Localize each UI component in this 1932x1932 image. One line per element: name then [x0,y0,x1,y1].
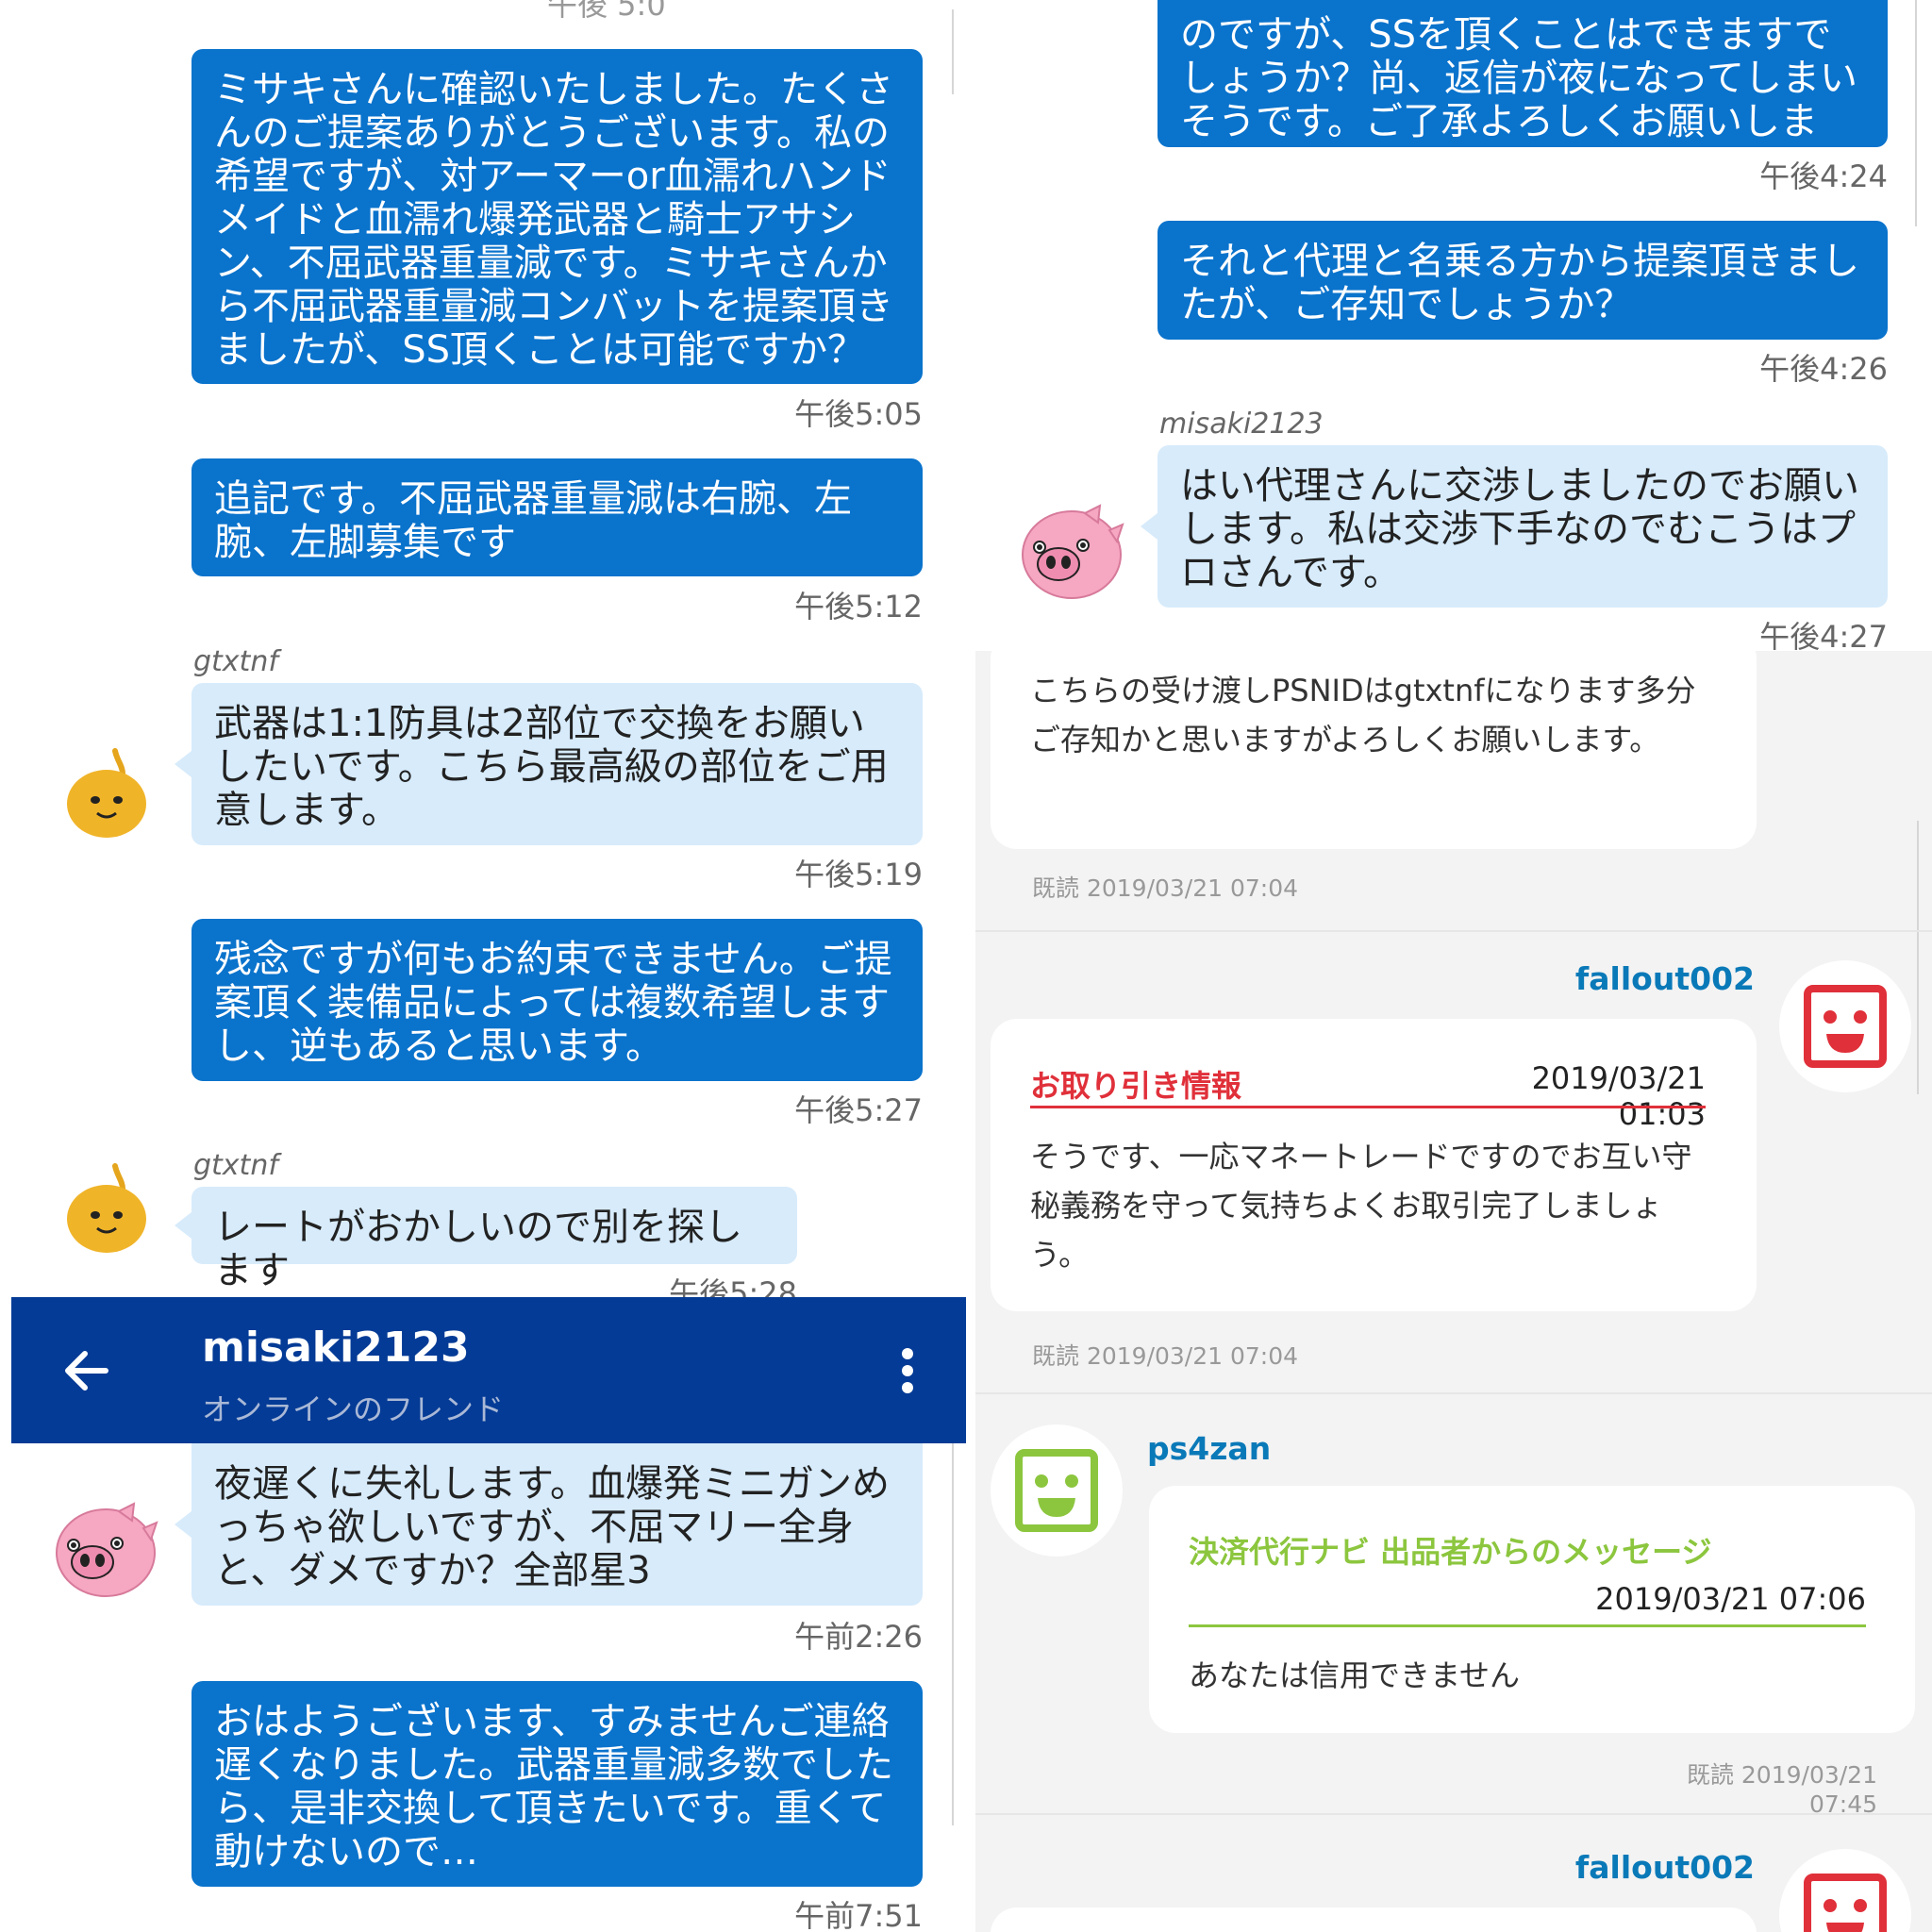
gtxtnf-avatar[interactable] [66,745,147,840]
onion-avatar-icon [67,1163,146,1253]
sender-name: gtxtnf [193,1149,278,1182]
more-options-icon[interactable] [896,1346,919,1395]
timestamp: 午後5:19 [794,857,923,892]
fallout002-avatar[interactable] [1779,960,1911,1092]
timestamp: 午後5:28 [669,1275,797,1297]
timestamp: 午後5:27 [794,1092,923,1128]
message-bubble[interactable]: 武器は1:1防具は2部位で交換をお願いしたいです。こちら最高級の部位をご用意しま… [175,683,923,845]
read-receipt: 既読 2019/03/21 07:45 [1686,1761,1877,1818]
top-left-chat-panel: 午後 5:0 ミサキさんに確認いたしました。たくさんのご提案ありがとうございます… [0,0,966,1297]
message-bubble[interactable]: 夜遅くに失礼します。血爆発ミニガンめっちゃ欲しいですが、不屈マリー全身と、ダメで… [175,1443,923,1606]
timestamp: 午後4:27 [1759,619,1888,651]
timestamp: 午前2:26 [794,1619,923,1655]
timestamp: 午前7:51 [794,1898,923,1932]
timestamp-cut: 午後 5:0 [547,0,666,23]
message-bubble[interactable]: 追記です。不屈武器重量減は右腕、左腕、左脚募集です [192,458,923,576]
timestamp: 午後4:26 [1759,351,1888,387]
card-title: 決済代行ナビ 出品者からのメッセージ [1189,1534,1712,1570]
sender-name: gtxtnf [193,645,278,678]
top-right-chat-panel: のですが、SSを頂くことはできますでしょうか？尚、返信が夜になってしまいそうです… [975,0,1932,651]
timestamp: 午後5:05 [794,396,923,432]
scroll-rail [1915,0,1917,226]
chat-header: misaki2123 オンラインのフレンド [11,1297,966,1443]
onion-avatar-icon [67,748,146,838]
fallout002-avatar[interactable] [1779,1849,1911,1932]
ps4zan-avatar[interactable] [991,1424,1123,1557]
message-text: そうです、一応マネートレードですのでお互い守秘義務を守って気持ちよくお取引完了し… [1030,1139,1692,1273]
message-bubble[interactable]: レートがおかしいので別を探します [175,1187,797,1292]
read-receipt: 既読 2019/03/21 07:04 [1032,1342,1299,1370]
green-face-icon [1015,1449,1098,1532]
timestamp: 午後4:24 [1759,158,1888,194]
message-bubble[interactable]: それと代理と名乗る方から提案頂きましたが、ご存知でしょうか？ [1158,221,1888,340]
header-title: misaki2123 [202,1324,470,1372]
message-bubble[interactable]: ミサキさんに確認いたしました。たくさんのご提案ありがとうございます。私の希望です… [192,49,923,384]
pig-avatar-icon [1022,504,1124,599]
divider [975,1392,1932,1394]
scroll-rail [952,1443,954,1825]
card-title-underline [1189,1624,1866,1627]
message-text: あなたは信用できません [1189,1657,1521,1693]
divider [975,1813,1932,1815]
gtxtnf-avatar[interactable] [66,1160,147,1255]
header-subtitle: オンラインのフレンド [202,1391,505,1427]
message-bubble[interactable]: はい代理さんに交渉しましたのでお願いします。私は交渉下手なのでむこうはプロさんで… [1141,445,1888,608]
back-arrow-icon[interactable] [58,1342,115,1399]
bottom-right-message-panel: こちらの受け渡しPSNIDはgtxtnfになります多分ご存知かと思いますがよろし… [975,651,1932,1932]
card-title: お取り引き情報 [1030,1068,1242,1104]
read-receipt: 既読 2019/03/21 07:04 [1032,874,1299,902]
card-date: 2019/03/21 07:06 [1595,1581,1866,1617]
misaki-avatar[interactable] [53,1500,158,1600]
misaki-avatar[interactable] [1019,502,1124,602]
card-date: 2019/03/21 01:03 [1531,1060,1706,1132]
scroll-rail [1917,821,1919,1094]
sender-name: misaki2123 [1159,408,1324,441]
bottom-left-chat-panel: 夜遅くに失礼します。血爆発ミニガンめっちゃ欲しいですが、不屈マリー全身と、ダメで… [0,1443,966,1932]
message-bubble[interactable]: のですが、SSを頂くことはできますでしょうか？尚、返信が夜になってしまいそうです… [1158,0,1888,187]
username: fallout002 [1574,1849,1755,1886]
username: fallout002 [1574,960,1755,997]
message-card[interactable] [991,1907,1757,1932]
scroll-rail [952,9,954,94]
message-text: こちらの受け渡しPSNIDはgtxtnfになります多分ご存知かと思いますがよろし… [1030,673,1696,758]
divider [975,930,1932,932]
timestamp: 午後5:12 [794,589,923,625]
message-bubble[interactable]: 残念ですが何もお約束できません。ご提案頂く装備品によっては複数希望しますし、逆も… [192,919,923,1081]
red-face-icon [1804,1874,1887,1932]
red-face-icon [1804,985,1887,1068]
pig-avatar-icon [56,1502,158,1597]
message-bubble[interactable]: おはようございます、すみませんご連絡遅くなりました。武器重量減多数でしたら、是非… [192,1681,923,1887]
card-title-underline [1030,1106,1706,1108]
username: ps4zan [1147,1430,1272,1467]
